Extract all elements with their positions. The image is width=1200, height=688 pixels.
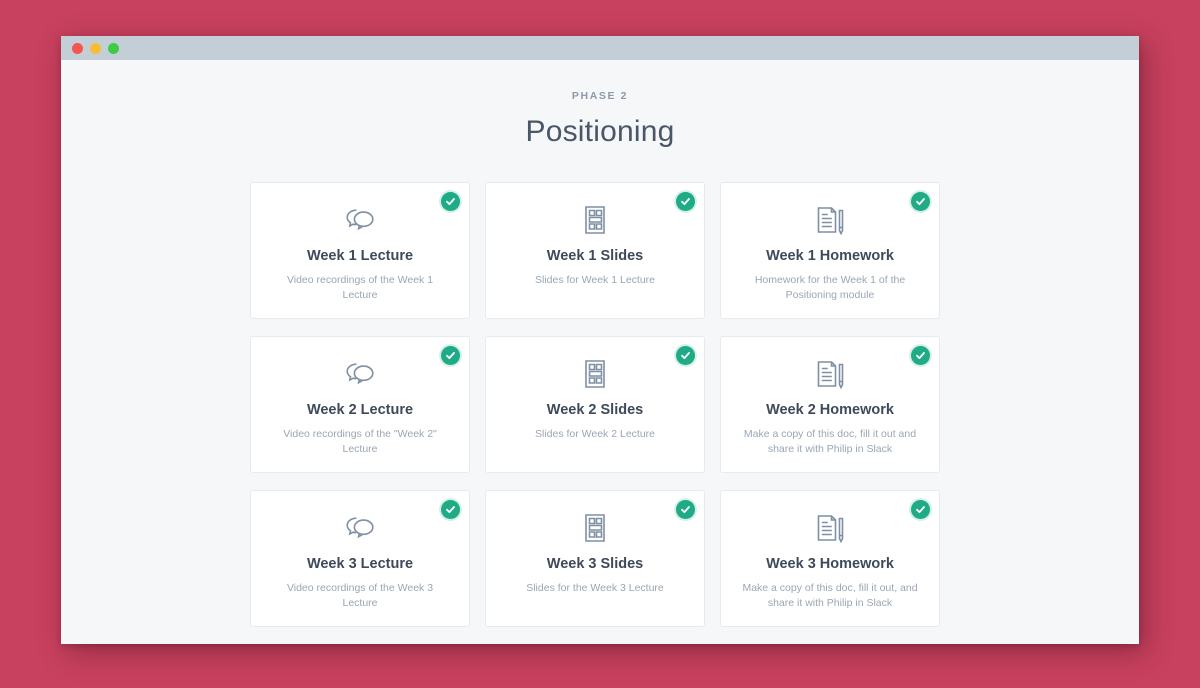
card-description: Make a copy of this doc, fill it out and…	[743, 428, 917, 456]
card-description: Slides for Week 1 Lecture	[534, 274, 656, 286]
module-card[interactable]: Week 3 Slides Slides for the Week 3 Lectu…	[485, 490, 705, 627]
check-icon	[916, 352, 925, 360]
card-icon	[500, 513, 690, 547]
module-card[interactable]: Week 1 Homework Homework for the Week 1 o…	[720, 182, 940, 319]
card-description: Video recordings of the Week 3 Lecture	[286, 582, 434, 610]
document-pencil-icon	[815, 359, 845, 394]
check-icon	[446, 198, 455, 206]
check-icon	[916, 506, 925, 514]
phase-label: PHASE 2	[571, 90, 629, 102]
completed-check-badge[interactable]	[441, 346, 460, 365]
slides-layout-icon	[582, 205, 608, 240]
window-titlebar	[61, 36, 1139, 60]
close-button[interactable]	[72, 42, 83, 54]
module-card[interactable]: Week 2 Lecture Video recordings of the "W…	[250, 336, 470, 473]
card-title: Week 2 Homework	[766, 402, 894, 418]
card-description: Make a copy of this doc, fill it out, an…	[742, 582, 918, 610]
completed-check-badge[interactable]	[676, 346, 695, 365]
page-content: PHASE 2 Positioning Week 1 Lecture Video …	[61, 60, 1139, 644]
completed-check-badge[interactable]	[441, 192, 460, 211]
completed-check-badge[interactable]	[676, 192, 695, 211]
module-card[interactable]: Week 2 Homework Make a copy of this doc, …	[720, 336, 940, 473]
speech-bubbles-icon	[344, 206, 376, 239]
card-icon	[735, 205, 925, 239]
card-icon	[500, 205, 690, 239]
card-icon	[265, 205, 455, 239]
completed-check-badge[interactable]	[676, 500, 695, 519]
page-title: Positioning	[525, 115, 675, 148]
card-icon	[500, 359, 690, 393]
card-title: Week 3 Slides	[546, 556, 644, 572]
card-icon	[735, 513, 925, 547]
document-pencil-icon	[815, 513, 845, 548]
card-description: Video recordings of the "Week 2" Lecture	[283, 428, 437, 456]
speech-bubbles-icon	[344, 360, 376, 393]
check-icon	[916, 198, 925, 206]
completed-check-badge[interactable]	[911, 346, 930, 365]
browser-window: PHASE 2 Positioning Week 1 Lecture Video …	[61, 36, 1139, 644]
maximize-button[interactable]	[108, 42, 119, 54]
card-title: Week 3 Homework	[766, 556, 894, 572]
minimize-button[interactable]	[90, 42, 101, 54]
card-title: Week 1 Homework	[766, 248, 894, 264]
card-title: Week 1 Slides	[546, 248, 644, 264]
module-card[interactable]: Week 3 Homework Make a copy of this doc, …	[720, 490, 940, 627]
slides-layout-icon	[582, 513, 608, 548]
card-icon	[735, 359, 925, 393]
card-title: Week 3 Lecture	[306, 556, 414, 572]
check-icon	[681, 352, 690, 360]
module-card[interactable]: Week 1 Slides Slides for Week 1 Lecture	[485, 182, 705, 319]
card-description: Video recordings of the Week 1 Lecture	[286, 274, 434, 302]
module-card-grid: Week 1 Lecture Video recordings of the We…	[250, 182, 950, 627]
card-title: Week 2 Slides	[546, 402, 644, 418]
completed-check-badge[interactable]	[441, 500, 460, 519]
completed-check-badge[interactable]	[911, 192, 930, 211]
card-title: Week 1 Lecture	[306, 248, 414, 264]
check-icon	[446, 506, 455, 514]
card-description: Slides for the Week 3 Lecture	[526, 582, 664, 594]
check-icon	[446, 352, 455, 360]
card-icon	[265, 359, 455, 393]
completed-check-badge[interactable]	[911, 500, 930, 519]
card-description: Slides for Week 2 Lecture	[534, 428, 656, 440]
card-description: Homework for the Week 1 of the Positioni…	[754, 274, 906, 302]
slides-layout-icon	[582, 359, 608, 394]
card-title: Week 2 Lecture	[306, 402, 414, 418]
check-icon	[681, 198, 690, 206]
module-card[interactable]: Week 2 Slides Slides for Week 2 Lecture	[485, 336, 705, 473]
module-card[interactable]: Week 3 Lecture Video recordings of the We…	[250, 490, 470, 627]
module-card[interactable]: Week 1 Lecture Video recordings of the We…	[250, 182, 470, 319]
document-pencil-icon	[815, 205, 845, 240]
speech-bubbles-icon	[344, 514, 376, 547]
card-icon	[265, 513, 455, 547]
check-icon	[681, 506, 690, 514]
